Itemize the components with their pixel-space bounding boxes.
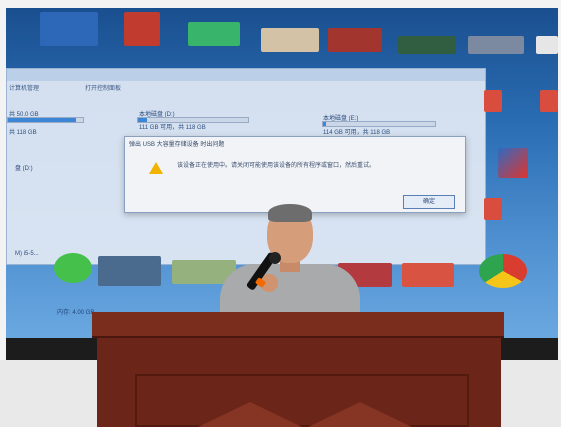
drive-d-usage: 111 GB 可用，共 118 GB bbox=[139, 125, 206, 131]
window-tab-control-panel: 打开控制面板 bbox=[85, 86, 122, 92]
desktop-thumbnail-5 bbox=[536, 36, 558, 54]
podium-ornament-right bbox=[308, 402, 412, 427]
left-drive-bar-fill bbox=[8, 118, 76, 122]
drive-e-bar-fill bbox=[323, 122, 327, 126]
podium-top bbox=[92, 312, 504, 338]
desktop-thumbnail-3 bbox=[398, 36, 456, 54]
left-drive-bar bbox=[7, 117, 84, 123]
memory-text: 内存: 4.00 GB bbox=[57, 310, 95, 316]
right-app-icon-4 bbox=[498, 148, 528, 178]
sidebar-processor: M) i5-5... bbox=[15, 251, 39, 257]
podium-panel bbox=[135, 374, 469, 427]
warning-icon bbox=[149, 162, 163, 174]
microphone-head bbox=[269, 252, 281, 264]
language-icon bbox=[188, 22, 240, 46]
wechat-icon bbox=[54, 253, 92, 283]
speaker bbox=[212, 204, 364, 319]
word-icon bbox=[40, 12, 98, 46]
drive-e-bar bbox=[322, 121, 436, 127]
sidebar-drive-d: 盘 (D:) bbox=[15, 166, 33, 172]
app-icon bbox=[124, 12, 160, 46]
speaker-shirt bbox=[220, 264, 360, 319]
app-thumbnail-1 bbox=[98, 256, 161, 286]
desktop-thumbnail-2 bbox=[328, 28, 382, 52]
right-app-icon-2 bbox=[540, 90, 558, 112]
speaker-hair bbox=[268, 204, 312, 222]
error-dialog: 弹出 USB 大容量存储设备 时出问题 该设备正在使用中。请关闭可能使用该设备的… bbox=[124, 136, 466, 213]
drive-d-bar bbox=[137, 117, 249, 123]
right-app-icon-1 bbox=[484, 90, 502, 112]
desktop-thumbnail-1 bbox=[261, 28, 319, 52]
drive-d-bar-fill bbox=[138, 118, 147, 122]
desktop-thumbnail-4 bbox=[468, 36, 524, 54]
ok-button: 确定 bbox=[403, 195, 455, 209]
chrome-icon bbox=[479, 254, 527, 288]
dialog-title: 弹出 USB 大容量存储设备 时出问题 bbox=[129, 142, 225, 148]
podium-ornament-left bbox=[198, 402, 302, 427]
event-photo: 计算机管理 打开控制面板 本地磁盘 (D:) 111 GB 可用，共 118 G… bbox=[0, 0, 561, 427]
dialog-message: 该设备正在使用中。请关闭可能使用该设备的所有程序或窗口，然后重试。 bbox=[177, 163, 376, 169]
window-title-bar bbox=[7, 69, 485, 81]
app-thumbnail-4 bbox=[402, 263, 454, 287]
window-tab-computer-management: 计算机管理 bbox=[9, 86, 40, 92]
left-small-usage: 共 118 GB bbox=[9, 130, 37, 136]
drive-e-usage: 114 GB 可用，共 118 GB bbox=[323, 130, 391, 136]
right-app-icon-3 bbox=[484, 198, 502, 220]
